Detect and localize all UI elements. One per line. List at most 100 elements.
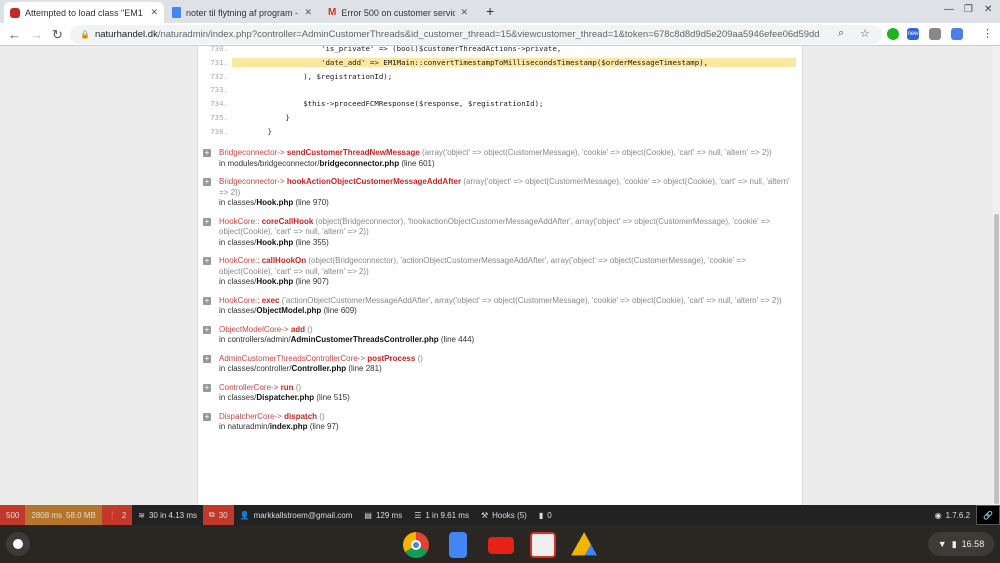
line-number: 730. xyxy=(210,46,228,53)
status-tray[interactable]: ▼ ▮ 16.58 xyxy=(928,532,994,556)
trace-class: Bridgeconnector xyxy=(219,177,278,186)
trace-method: callHookOn xyxy=(261,256,307,265)
close-tab-icon[interactable]: ✕ xyxy=(460,7,468,18)
prestashop-icon: ◉ xyxy=(934,510,942,520)
time-memory[interactable]: 2808 ms 58.0 MB xyxy=(25,505,102,525)
extension-new-icon[interactable]: new xyxy=(907,28,919,40)
trace-line: (line 907) xyxy=(295,277,329,286)
docs-app-icon[interactable] xyxy=(449,532,467,558)
code-line: 734. $this->proceedFCMResponse($response… xyxy=(198,97,802,110)
trace-dir: in naturadmin/ xyxy=(219,422,270,431)
logs-panel[interactable]: ▮ 0 xyxy=(533,505,558,525)
scrollbar[interactable] xyxy=(993,46,1000,505)
trace-line: (line 444) xyxy=(440,335,475,344)
errors-panel[interactable]: ❗ 2 xyxy=(101,505,133,525)
trace-separator: -> xyxy=(281,324,289,334)
queries-panel[interactable]: ⧉ 30 xyxy=(203,505,234,525)
tab-docs[interactable]: noter til flytning af program - Go✕ xyxy=(166,2,318,23)
user-panel[interactable]: 👤 markkallstroem@gmail.com xyxy=(234,505,359,525)
trace-args: () xyxy=(307,324,313,334)
queries-icon: ⧉ xyxy=(209,510,215,519)
trace-class: ControllerCore xyxy=(219,382,272,392)
trace-method: run xyxy=(280,382,294,392)
close-window-icon[interactable]: ✕ xyxy=(984,4,992,15)
shelf: ▼ ▮ 16.58 xyxy=(0,525,1000,563)
trace-dir: in classes/ xyxy=(219,393,257,402)
trace-class: HookCore xyxy=(219,295,256,305)
status-code[interactable]: 500 xyxy=(0,505,26,525)
tab-error[interactable]: Attempted to load class "EM1 M ✕ xyxy=(4,2,164,23)
zoom-icon[interactable]: ⌕ xyxy=(838,27,844,40)
scrollbar-thumb[interactable] xyxy=(994,214,999,504)
trace-method: sendCustomerThreadNewMessage xyxy=(286,148,420,157)
trace-method: hookActionObjectCustomerMessageAddAfter xyxy=(286,177,462,186)
back-icon[interactable]: ← xyxy=(8,27,21,42)
trace-entry: + Bridgeconnector-> hookActionObjectCusto… xyxy=(203,177,798,209)
trace-args: () xyxy=(295,382,302,392)
code-line: 732. ), $registrationId); xyxy=(198,70,802,83)
cache-panel[interactable]: ☰ 1 in 9.61 ms xyxy=(408,505,475,525)
expand-icon[interactable]: + xyxy=(203,296,211,305)
devtools-extension-icon[interactable] xyxy=(929,28,941,40)
trace-file: ObjectModel.php xyxy=(256,306,322,315)
launcher-button[interactable] xyxy=(6,532,30,556)
server-icon: ☰ xyxy=(414,510,422,520)
close-tab-icon[interactable]: ✕ xyxy=(150,7,158,18)
reload-icon[interactable]: ↻ xyxy=(52,27,63,43)
drive-app-icon[interactable] xyxy=(571,532,597,556)
youtube-app-icon[interactable] xyxy=(488,537,514,554)
trace-file: index.php xyxy=(269,422,308,431)
trace-entry: + ObjectModelCore-> add () in controllers/… xyxy=(203,325,798,346)
gmail-app-icon[interactable] xyxy=(530,532,556,558)
line-number: 735. xyxy=(210,113,228,122)
restore-icon[interactable]: ❐ xyxy=(964,4,973,15)
trace-entry: + DispatcherCore-> dispatch () in naturadm… xyxy=(203,412,798,433)
expand-icon[interactable]: + xyxy=(203,412,211,421)
trace-dir: in classes/ xyxy=(219,277,257,286)
trace-file: Hook.php xyxy=(256,198,294,207)
trace-separator: -> xyxy=(274,411,282,421)
expand-icon[interactable]: + xyxy=(203,383,211,392)
browser-toolbar: ← → ↻ 🔒 naturhandel.dk/naturadmin/index.… xyxy=(0,23,1000,46)
google-docs-icon xyxy=(172,7,181,18)
trace-separator: -> xyxy=(357,353,366,363)
new-tab-button[interactable]: + xyxy=(486,3,494,19)
db-panel[interactable]: ≋ 30 in 4.13 ms xyxy=(132,505,203,525)
line-number: 733. xyxy=(210,85,228,95)
menu-icon[interactable]: ⋮ xyxy=(982,27,993,40)
trace-separator: -> xyxy=(277,177,285,186)
tab-gmail[interactable]: M Error 500 on customer service - ✕ xyxy=(322,2,474,23)
expand-icon[interactable]: + xyxy=(203,178,211,186)
debug-toggle-button[interactable]: 🔗 xyxy=(976,505,1000,525)
code-line: 735. } xyxy=(198,111,802,124)
hooks-panel[interactable]: ⚒ Hooks (5) xyxy=(475,505,533,525)
chrome-app-icon[interactable] xyxy=(403,532,429,558)
minimize-icon[interactable]: — xyxy=(944,4,954,15)
expand-icon[interactable]: + xyxy=(203,217,211,226)
forward-icon[interactable]: → xyxy=(30,27,43,42)
bookmark-star-icon[interactable]: ☆ xyxy=(860,27,870,40)
trace-dir: in classes/ xyxy=(219,306,257,315)
trace-line: (line 970) xyxy=(295,198,329,207)
trace-line: (line 281) xyxy=(348,364,382,373)
trace-file: Hook.php xyxy=(256,277,294,286)
render-panel[interactable]: ▤ 129 ms xyxy=(358,505,408,525)
trace-entry: + HookCore:: exec ('actionObjectCustomerM… xyxy=(203,296,798,317)
expand-icon[interactable]: + xyxy=(203,325,211,334)
url-domain: naturhandel.dk xyxy=(94,29,158,40)
trace-class: Bridgeconnector xyxy=(219,148,278,157)
extension-green-icon[interactable] xyxy=(887,28,899,40)
code-text: 'date_add' => EM1Main::convertTimestampT… xyxy=(232,57,796,67)
expand-icon[interactable]: + xyxy=(203,149,211,157)
code-text: } xyxy=(232,113,290,122)
address-bar[interactable]: 🔒 naturhandel.dk/naturadmin/index.php?co… xyxy=(70,25,882,44)
expand-icon[interactable]: + xyxy=(203,257,211,265)
trace-method: exec xyxy=(261,295,280,305)
trace-method: add xyxy=(290,324,306,334)
expand-icon[interactable]: + xyxy=(203,354,211,363)
close-tab-icon[interactable]: ✕ xyxy=(304,7,312,18)
version-panel[interactable]: ◉ 1.7.6.2 xyxy=(929,505,976,525)
tab-strip: Attempted to load class "EM1 M ✕ noter ti… xyxy=(0,0,1000,23)
trace-class: HookCore xyxy=(219,256,256,265)
extension-blue-icon[interactable] xyxy=(951,28,963,40)
